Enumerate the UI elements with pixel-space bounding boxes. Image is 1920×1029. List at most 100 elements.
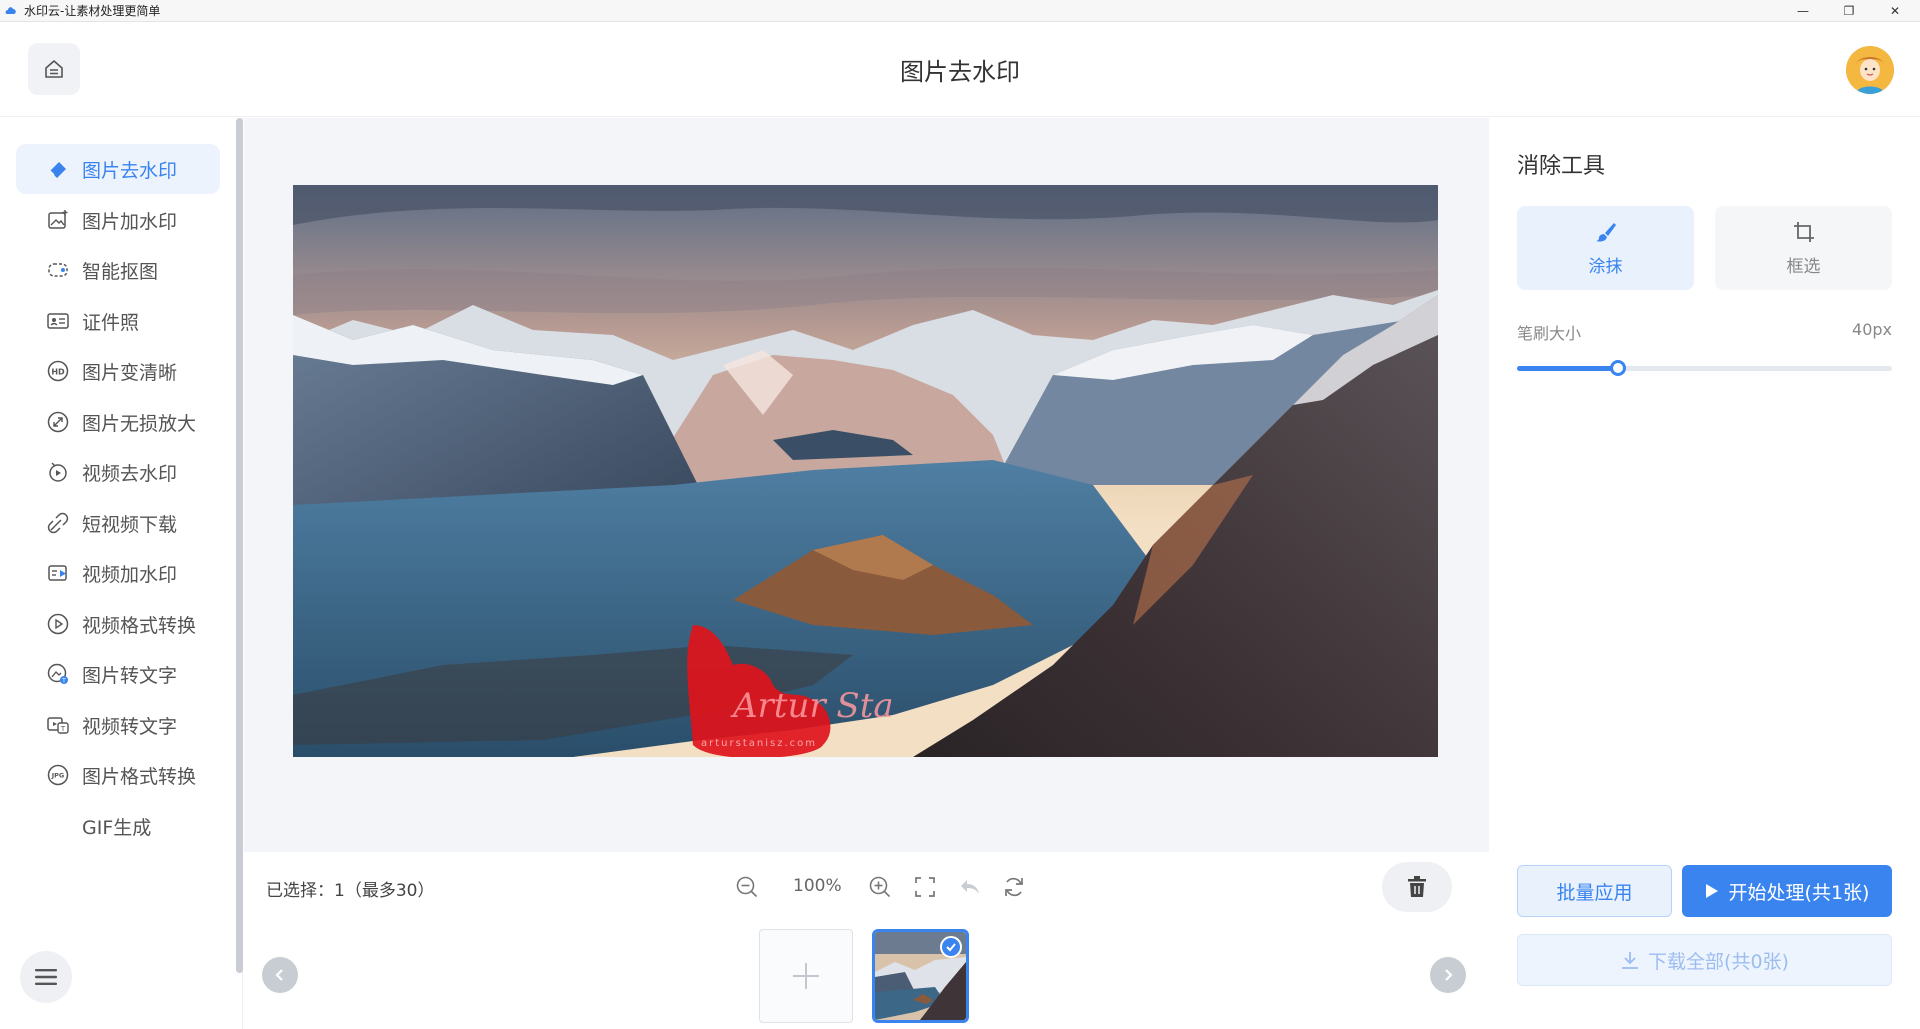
sidebar-item-enhance[interactable]: HD 图片变清晰 — [16, 346, 220, 396]
smear-tool-label: 涂抹 — [1588, 256, 1623, 277]
menu-toggle-button[interactable] — [20, 951, 72, 1003]
sidebar-item-label: 视频加水印 — [82, 563, 178, 586]
svg-text:HD: HD — [51, 368, 65, 377]
sidebar-item-video-format[interactable]: 视频格式转换 — [16, 599, 220, 649]
restore-button[interactable]: ❐ — [1826, 0, 1872, 22]
landscape-image: Artur Sta arturstanisz.com — [293, 185, 1438, 757]
window-title: 水印云-让素材处理更简单 — [24, 4, 161, 18]
app-header: 图片去水印 — [0, 22, 1920, 117]
minimize-button[interactable]: — — [1780, 0, 1826, 22]
sidebar-item-label: 图片加水印 — [82, 210, 178, 233]
link-download-icon — [46, 511, 70, 535]
sidebar-item-label: GIF生成 — [82, 816, 152, 839]
smear-tool-button[interactable]: 涂抹 — [1517, 206, 1694, 290]
chevron-right-icon — [1445, 969, 1453, 981]
prev-arrow-button[interactable] — [262, 957, 298, 993]
sidebar-item-gif[interactable]: GIF生成 — [16, 801, 220, 851]
batch-apply-button[interactable]: 批量应用 — [1517, 865, 1672, 917]
undo-icon — [961, 880, 979, 894]
sidebar-item-label: 智能抠图 — [82, 260, 159, 283]
sidebar-item-upscale[interactable]: 图片无损放大 — [16, 397, 220, 447]
trash-icon — [1408, 876, 1426, 897]
menu-icon — [35, 969, 57, 985]
reset-button[interactable] — [996, 869, 1032, 905]
tool-panel-title: 消除工具 — [1517, 154, 1606, 179]
sidebar-item-label: 图片格式转换 — [82, 765, 197, 788]
sidebar-item-label: 视频格式转换 — [82, 614, 197, 637]
sidebar-item-label: 视频转文字 — [82, 715, 178, 738]
sidebar-item-image-to-text[interactable]: T 图片转文字 — [16, 649, 220, 699]
cutout-icon — [46, 258, 70, 282]
app-logo-icon — [5, 6, 16, 14]
watermark-text: Artur Sta — [730, 686, 894, 726]
zoom-in-button[interactable] — [862, 869, 898, 905]
selection-count: 已选择：1（最多30） — [266, 881, 435, 901]
next-arrow-button[interactable] — [1430, 957, 1466, 993]
box-select-tool-button[interactable]: 框选 — [1715, 206, 1892, 290]
gif-icon — [46, 814, 70, 838]
close-button[interactable]: ✕ — [1872, 0, 1918, 22]
sidebar-item-label: 图片无损放大 — [82, 412, 197, 435]
zoom-out-button[interactable] — [729, 869, 765, 905]
image-ocr-icon: T — [46, 662, 70, 686]
plus-icon — [793, 963, 819, 989]
svg-text:T: T — [60, 725, 66, 733]
chevron-left-icon — [275, 969, 283, 981]
refresh-icon — [1005, 877, 1023, 897]
fit-screen-button[interactable] — [907, 869, 943, 905]
fullscreen-icon — [915, 877, 935, 897]
download-icon — [1622, 952, 1639, 969]
sidebar-item-label: 视频去水印 — [82, 462, 178, 485]
download-all-button[interactable]: 下载全部(共0张) — [1517, 934, 1892, 986]
undo-button[interactable] — [952, 869, 988, 905]
sidebar-item-label: 图片转文字 — [82, 664, 178, 687]
selected-check — [940, 936, 962, 958]
sidebar-item-image-format[interactable]: JPG 图片格式转换 — [16, 750, 220, 800]
zoom-in-icon — [869, 876, 891, 898]
sidebar-item-id-photo[interactable]: 证件照 — [16, 296, 220, 346]
start-process-label: 开始处理(共1张) — [1728, 881, 1870, 904]
sidebar-item-video-watermark-remove[interactable]: 视频去水印 — [16, 447, 220, 497]
slider-fill — [1517, 366, 1619, 371]
video-eraser-icon — [46, 460, 70, 484]
user-avatar[interactable] — [1846, 46, 1894, 94]
sidebar-item-watermark-remove[interactable]: 图片去水印 — [16, 144, 220, 194]
brush-size-value: 40px — [1852, 320, 1892, 339]
sidebar-scrollbar[interactable] — [236, 118, 243, 973]
slider-handle[interactable] — [1610, 360, 1627, 376]
image-canvas[interactable]: Artur Sta arturstanisz.com — [244, 118, 1489, 852]
delete-button[interactable] — [1382, 862, 1452, 912]
page-title: 图片去水印 — [900, 58, 1020, 86]
brush-size-label: 笔刷大小 — [1517, 324, 1582, 343]
jpg-icon: JPG — [46, 763, 70, 787]
sidebar-item-video-to-text[interactable]: T 视频转文字 — [16, 700, 220, 750]
sidebar-item-label: 图片去水印 — [82, 159, 178, 182]
sidebar-item-label: 短视频下载 — [82, 513, 178, 536]
sidebar-item-video-watermark-add[interactable]: 视频加水印 — [16, 548, 220, 598]
sidebar-item-short-video-download[interactable]: 短视频下载 — [16, 498, 220, 548]
sidebar-item-watermark-add[interactable]: 图片加水印 — [16, 195, 220, 245]
tool-panel: 消除工具 涂抹 框选 笔刷大小 40px 批量应用 开始处理(共1张) 下载全部… — [1489, 118, 1920, 1029]
brush-size-slider[interactable] — [1517, 358, 1892, 378]
play-icon — [1705, 884, 1718, 898]
canvas-toolbar: 已选择：1（最多30） 100% — [244, 852, 1489, 922]
video-add-icon — [46, 561, 70, 585]
box-select-tool-label: 框选 — [1786, 256, 1821, 277]
hd-icon: HD — [46, 359, 70, 383]
sidebar-item-cutout[interactable]: 智能抠图 — [16, 245, 220, 295]
start-process-button[interactable]: 开始处理(共1张) — [1682, 865, 1892, 917]
svg-text:T: T — [61, 678, 66, 685]
image-add-icon — [46, 208, 70, 232]
add-image-button[interactable] — [759, 929, 853, 1023]
editing-image[interactable]: Artur Sta arturstanisz.com — [293, 185, 1438, 757]
sidebar-item-label: 证件照 — [82, 311, 140, 334]
image-thumbnail[interactable] — [872, 929, 969, 1023]
avatar-icon — [1846, 46, 1894, 94]
sidebar-item-label: 图片变清晰 — [82, 361, 178, 384]
zoom-level: 100% — [793, 876, 842, 896]
zoom-out-icon — [736, 876, 758, 898]
watermark-subtext: arturstanisz.com — [701, 738, 817, 749]
thumbnail-strip — [244, 922, 1489, 1029]
crop-icon — [1793, 221, 1814, 242]
eraser-icon — [46, 157, 70, 181]
